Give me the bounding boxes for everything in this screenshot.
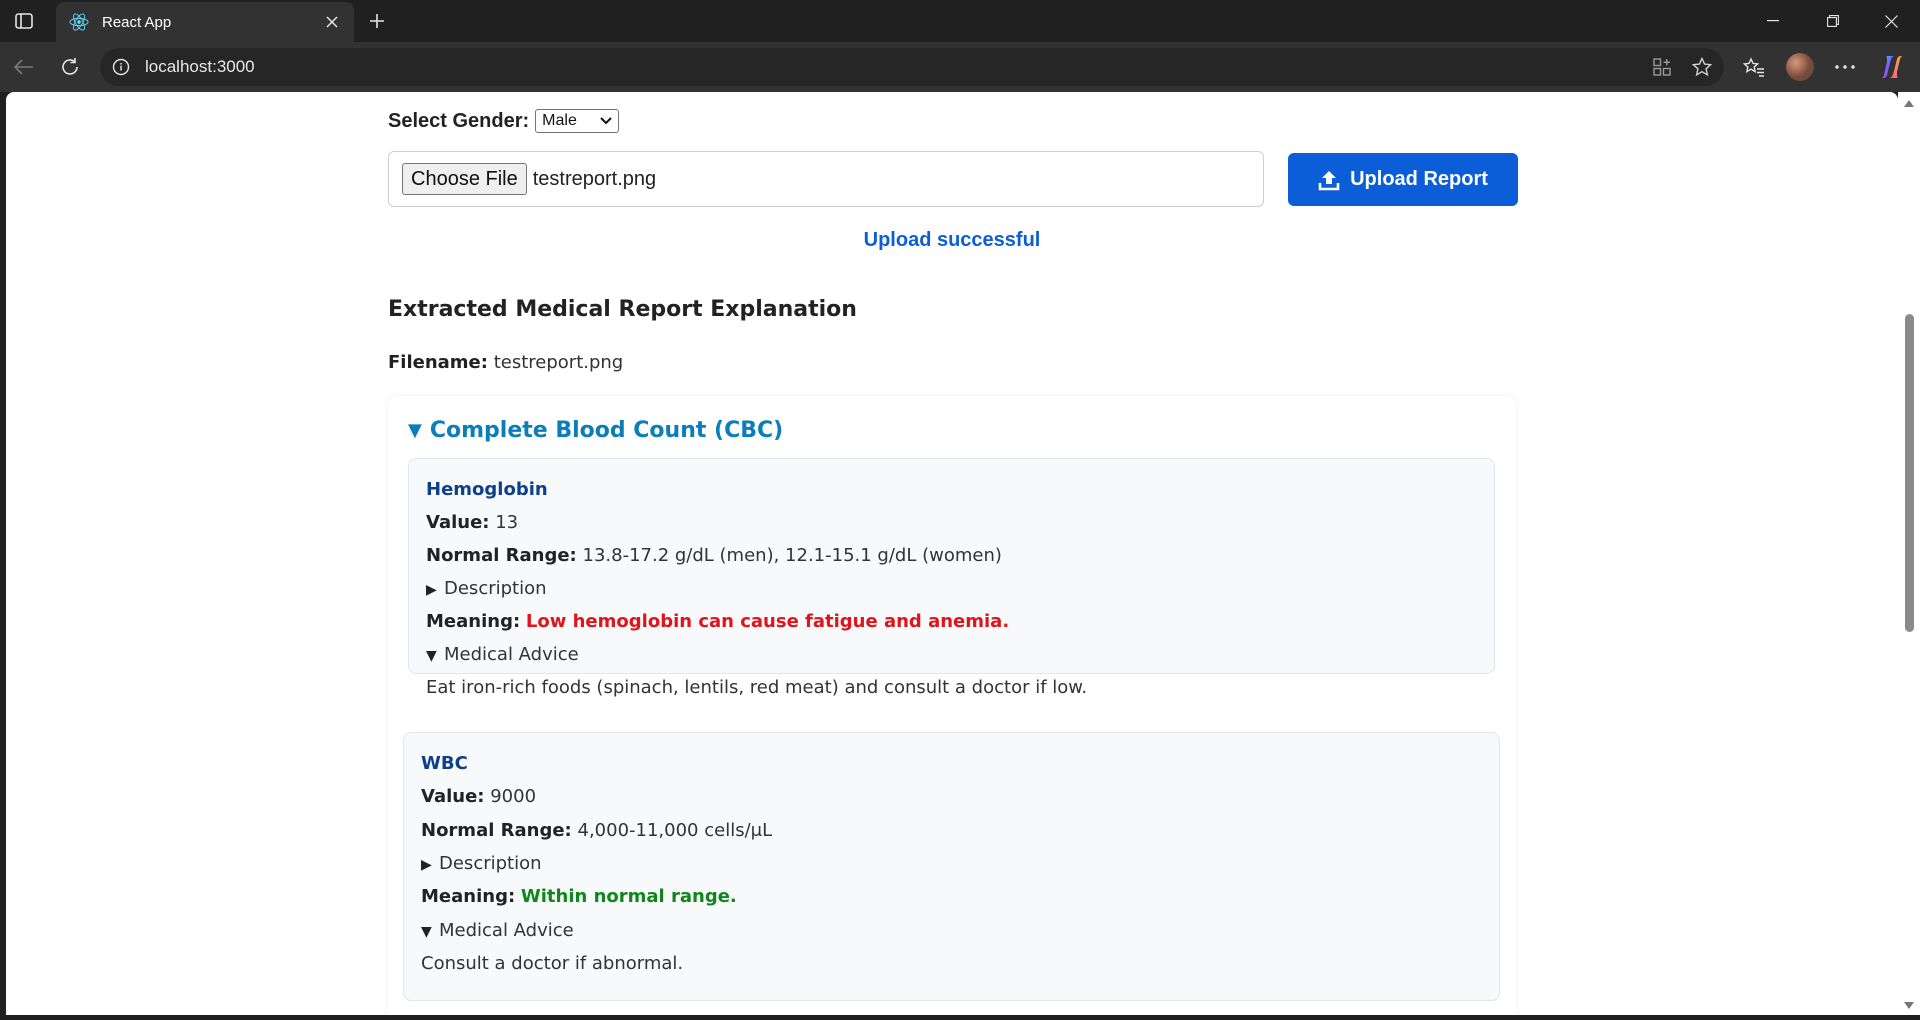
category-title: Complete Blood Count (CBC): [429, 418, 784, 443]
info-icon[interactable]: [111, 57, 131, 77]
category-toggle[interactable]: ▼ Complete Blood Count (CBC): [408, 418, 783, 443]
description-label: Description: [439, 853, 542, 874]
meaning-label: Meaning:: [426, 611, 521, 632]
value-label: Value:: [426, 512, 490, 533]
meaning-text: Within normal range.: [520, 886, 737, 907]
window-bottom-edge: [0, 1015, 1920, 1020]
test-card-wbc: WBC Value: 9000 Normal Range: 4,000-11,0…: [403, 732, 1500, 1001]
close-window-icon[interactable]: [1868, 6, 1914, 36]
test-card-hemoglobin: Hemoglobin Value: 13 Normal Range: 13.8-…: [408, 458, 1495, 698]
test-meaning-row: Meaning: Low hemoglobin can cause fatigu…: [426, 611, 1009, 632]
results-panel: ▼ Complete Blood Count (CBC) Hemoglobin …: [388, 396, 1516, 1015]
address-bar[interactable]: localhost:3000: [100, 48, 1724, 86]
range-label: Normal Range:: [426, 545, 577, 566]
advice-text: Consult a doctor if abnormal.: [421, 953, 684, 974]
gender-row: Select Gender: Male: [388, 108, 620, 134]
test-value-row: Value: 13: [426, 512, 518, 533]
scrollbar-thumb[interactable]: [1905, 314, 1914, 632]
triangle-right-icon: ▶: [426, 582, 437, 598]
choose-file-button[interactable]: Choose File: [402, 163, 527, 195]
description-toggle[interactable]: ▶ Description: [426, 578, 547, 599]
page-scrollbar[interactable]: [1898, 92, 1920, 1015]
value-text: 13: [495, 512, 519, 533]
report-filename: Filename: testreport.png: [388, 352, 623, 373]
react-logo-icon: [68, 11, 90, 33]
advice-text: Eat iron-rich foods (spinach, lentils, r…: [426, 677, 1088, 698]
test-meaning-row: Meaning: Within normal range.: [421, 886, 737, 907]
browser-tab[interactable]: React App: [56, 2, 354, 42]
reload-icon[interactable]: [54, 51, 86, 83]
range-text: 13.8-17.2 g/dL (men), 12.1-15.1 g/dL (wo…: [582, 545, 1002, 566]
close-icon[interactable]: [318, 8, 346, 36]
sidebar-toggle-icon[interactable]: [12, 10, 36, 32]
description-label: Description: [444, 578, 547, 599]
browser-toolbar: localhost:3000: [0, 42, 1920, 92]
test-name: Hemoglobin: [426, 479, 548, 500]
upload-status-message: Upload successful: [863, 229, 1041, 251]
upload-report-label: Upload Report: [1350, 168, 1488, 190]
gender-label: Select Gender:: [388, 109, 530, 132]
chevron-down-icon: [600, 112, 612, 130]
selected-file-name: testreport.png: [532, 167, 657, 190]
value-text: 9000: [490, 786, 537, 807]
test-range-row: Normal Range: 4,000-11,000 cells/μL: [421, 820, 772, 841]
gender-select-value: Male: [542, 112, 577, 129]
plus-icon[interactable]: [364, 8, 390, 34]
more-icon[interactable]: [1829, 51, 1861, 83]
meaning-text: Low hemoglobin can cause fatigue and ane…: [525, 611, 1010, 632]
value-label: Value:: [421, 786, 485, 807]
triangle-down-icon: ▼: [408, 420, 422, 441]
filename-label: Filename:: [388, 352, 488, 373]
advice-label: Medical Advice: [439, 920, 574, 941]
triangle-down-icon: ▼: [426, 648, 437, 664]
advice-label: Medical Advice: [444, 644, 579, 665]
range-label: Normal Range:: [421, 820, 572, 841]
title-bar: React App: [0, 0, 1920, 42]
filename-value: testreport.png: [493, 352, 624, 373]
advice-toggle[interactable]: ▼ Medical Advice: [421, 920, 574, 941]
advice-toggle[interactable]: ▼ Medical Advice: [426, 644, 579, 665]
scroll-down-icon[interactable]: [1903, 1000, 1915, 1010]
file-input[interactable]: Choose File testreport.png: [388, 151, 1264, 207]
back-icon[interactable]: [8, 51, 40, 83]
restore-icon[interactable]: [1810, 6, 1856, 36]
page-viewport: Select Gender: Male Choose File testrepo…: [6, 92, 1898, 1015]
report-heading: Extracted Medical Report Explanation: [388, 297, 857, 322]
upload-icon: [1318, 169, 1340, 191]
test-range-row: Normal Range: 13.8-17.2 g/dL (men), 12.1…: [426, 545, 1002, 566]
tab-title: React App: [102, 13, 172, 31]
test-value-row: Value: 9000: [421, 786, 536, 807]
star-icon[interactable]: [1684, 51, 1720, 83]
scroll-up-icon[interactable]: [1903, 98, 1915, 108]
meaning-label: Meaning:: [421, 886, 516, 907]
description-toggle[interactable]: ▶ Description: [421, 853, 542, 874]
test-name: WBC: [421, 753, 468, 774]
url-text[interactable]: localhost:3000: [145, 57, 1644, 77]
triangle-right-icon: ▶: [421, 857, 432, 873]
gender-select[interactable]: Male: [535, 109, 620, 133]
favorites-icon[interactable]: [1738, 51, 1770, 83]
avatar[interactable]: [1786, 53, 1814, 81]
triangle-down-icon: ▼: [421, 924, 432, 940]
apps-icon[interactable]: [1644, 51, 1680, 83]
copilot-icon[interactable]: [1877, 52, 1907, 82]
upload-report-button[interactable]: Upload Report: [1288, 153, 1518, 206]
minimize-icon[interactable]: [1750, 6, 1796, 36]
range-text: 4,000-11,000 cells/μL: [577, 820, 773, 841]
